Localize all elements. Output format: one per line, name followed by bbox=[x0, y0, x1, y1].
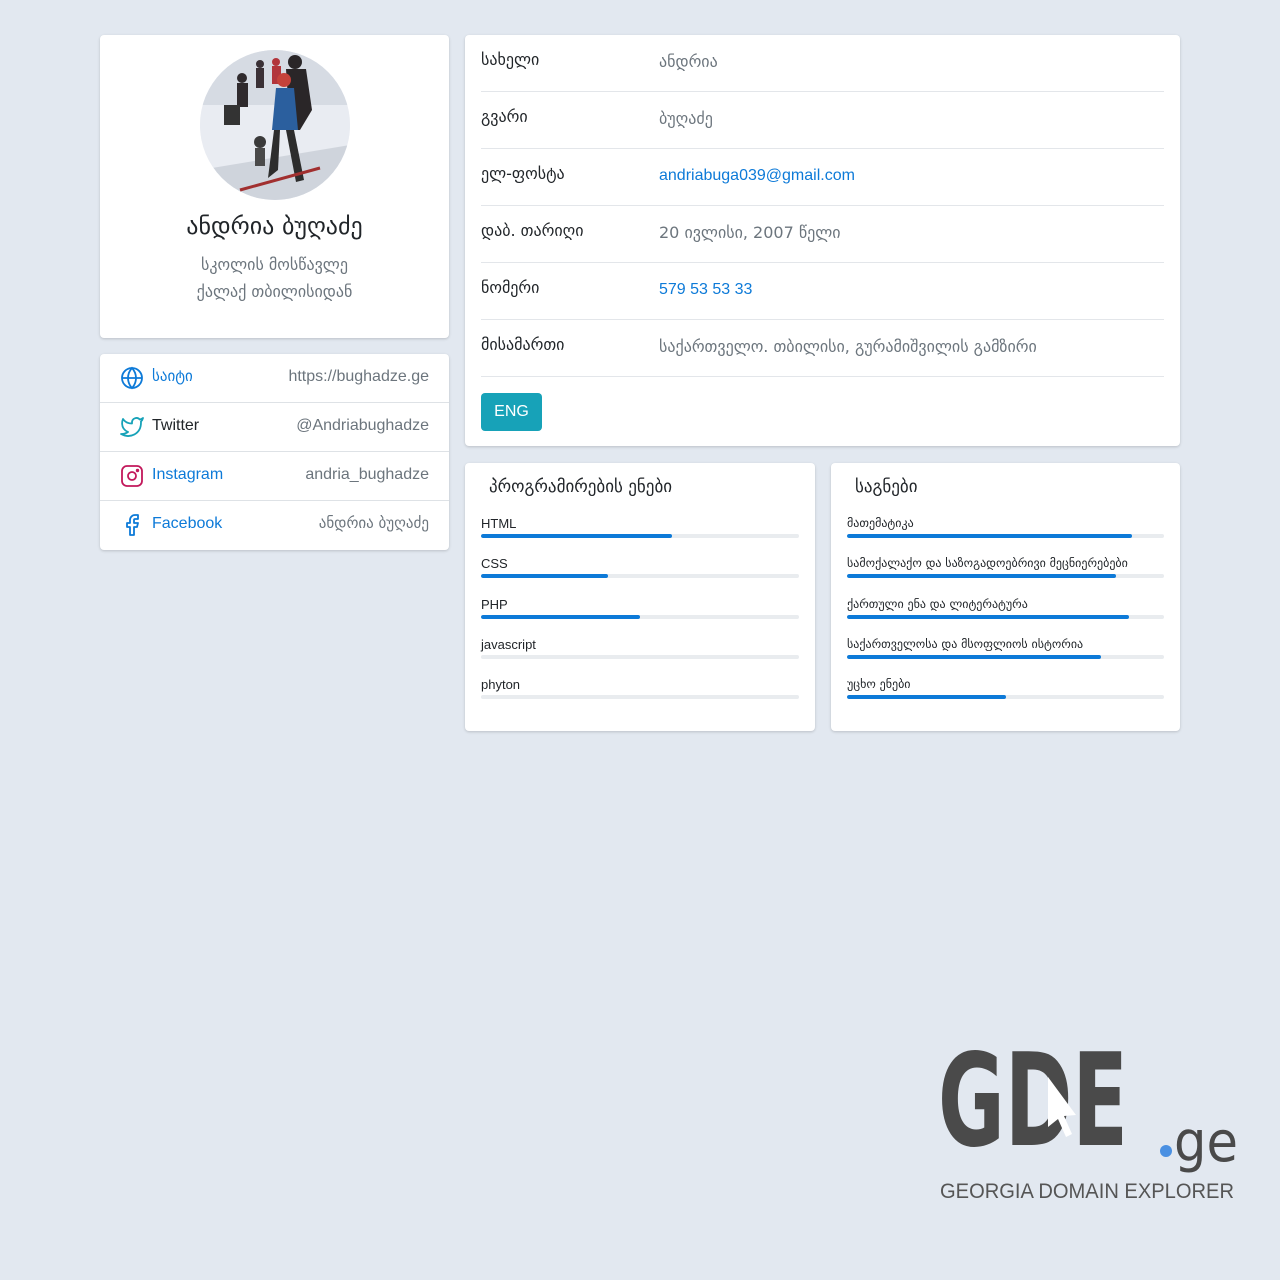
progress-bar bbox=[481, 534, 799, 538]
avatar bbox=[200, 50, 350, 200]
progress-bar bbox=[847, 695, 1164, 699]
social-value: ანდრია ბუღაძე bbox=[318, 514, 429, 532]
profile-card: ანდრია ბუღაძე სკოლის მოსწავლე ქალაქ თბილ… bbox=[100, 35, 449, 338]
progress-bar-fill bbox=[847, 534, 1133, 538]
social-item-instagram[interactable]: Instagram andria_bughadze bbox=[100, 452, 449, 501]
globe-icon bbox=[120, 366, 144, 390]
info-value: ბუღაძე bbox=[659, 109, 713, 128]
info-row-birth-date: დაბ. თარიღი 20 ივლისი, 2007 წელი bbox=[481, 206, 1164, 263]
progress-bar bbox=[847, 534, 1164, 538]
info-value: 20 ივლისი, 2007 წელი bbox=[659, 223, 841, 242]
skill-name: ქართული ენა და ლიტერატურა bbox=[847, 597, 1028, 611]
skill-item: CSS bbox=[481, 556, 799, 586]
profile-name: ანდრია ბუღაძე bbox=[186, 212, 363, 240]
skill-item: სამოქალაქო და საზოგადოებრივი მეცნიერებებ… bbox=[847, 556, 1164, 586]
info-value: საქართველო. თბილისი, გურამიშვილის გამზირ… bbox=[659, 337, 1037, 356]
phone-link[interactable]: 579 53 53 33 bbox=[659, 281, 752, 299]
social-value: https://bughadze.ge bbox=[288, 368, 429, 385]
skill-name: phyton bbox=[481, 677, 521, 692]
info-row-email: ელ-ფოსტა andriabuga039@gmail.com bbox=[481, 149, 1164, 206]
skill-name: javascript bbox=[481, 637, 536, 652]
progress-bar bbox=[847, 655, 1164, 659]
progress-bar-fill bbox=[481, 534, 672, 538]
svg-text:GDE: GDE bbox=[938, 1037, 1128, 1176]
progress-bar-fill bbox=[847, 615, 1130, 619]
progress-bar bbox=[847, 574, 1164, 578]
info-label: გვარი bbox=[481, 107, 528, 126]
info-row-address: მისამართი საქართველო. თბილისი, გურამიშვი… bbox=[481, 320, 1164, 377]
language-toggle-button[interactable]: ENG bbox=[481, 393, 542, 431]
progress-bar-fill bbox=[481, 615, 640, 619]
social-label: Facebook bbox=[152, 515, 223, 532]
skill-name: HTML bbox=[481, 516, 517, 531]
skill-item: PHP bbox=[481, 597, 799, 627]
progress-bar-fill bbox=[847, 574, 1117, 578]
profile-location: ქალაქ თბილისიდან bbox=[196, 282, 353, 301]
skill-item: HTML bbox=[481, 516, 799, 546]
facebook-icon bbox=[120, 513, 144, 537]
personal-info-card: სახელი ანდრია გვარი ბუღაძე ელ-ფოსტა andr… bbox=[465, 35, 1180, 446]
social-value: @Andriabughadze bbox=[296, 417, 429, 434]
info-label: სახელი bbox=[481, 50, 540, 69]
social-value: andria_bughadze bbox=[305, 466, 429, 483]
info-label: ელ-ფოსტა bbox=[481, 164, 565, 183]
social-links-card: საიტი https://bughadze.ge Twitter @Andri… bbox=[100, 354, 449, 550]
skill-name: მათემატიკა bbox=[847, 516, 914, 530]
progress-bar-fill bbox=[847, 695, 1006, 699]
social-label: Instagram bbox=[152, 466, 224, 483]
info-row-phone: ნომერი 579 53 53 33 bbox=[481, 263, 1164, 320]
skill-item: phyton bbox=[481, 677, 799, 707]
social-label: Twitter bbox=[152, 417, 200, 434]
social-item-facebook[interactable]: Facebook ანდრია ბუღაძე bbox=[100, 501, 449, 550]
social-item-website[interactable]: საიტი https://bughadze.ge bbox=[100, 354, 449, 403]
card-title: პროგრამირების ენები bbox=[489, 477, 673, 497]
skill-name: სამოქალაქო და საზოგადოებრივი მეცნიერებებ… bbox=[847, 556, 1128, 570]
info-label: მისამართი bbox=[481, 335, 565, 354]
instagram-icon bbox=[120, 464, 144, 488]
skill-item: საქართველოსა და მსოფლიოს ისტორია bbox=[847, 637, 1164, 667]
progress-bar bbox=[481, 655, 799, 659]
subjects-card: საგნები მათემატიკა სამოქალაქო და საზოგად… bbox=[831, 463, 1180, 731]
progress-bar bbox=[481, 574, 799, 578]
social-item-twitter[interactable]: Twitter @Andriabughadze bbox=[100, 403, 449, 452]
info-row-last-name: გვარი ბუღაძე bbox=[481, 92, 1164, 149]
svg-text:GEORGIA DOMAIN EXPLORER: GEORGIA DOMAIN EXPLORER bbox=[940, 1180, 1234, 1203]
progress-bar-fill bbox=[847, 655, 1101, 659]
card-title: საგნები bbox=[855, 477, 918, 497]
skill-item: მათემატიკა bbox=[847, 516, 1164, 546]
skill-item: უცხო ენები bbox=[847, 677, 1164, 707]
info-label: დაბ. თარიღი bbox=[481, 221, 584, 240]
progress-bar bbox=[481, 615, 799, 619]
svg-text:ge: ge bbox=[1174, 1110, 1238, 1175]
skill-item: javascript bbox=[481, 637, 799, 667]
gde-watermark-logo: GDE ge GEORGIA DOMAIN EXPLORER bbox=[938, 1027, 1238, 1207]
email-link[interactable]: andriabuga039@gmail.com bbox=[659, 167, 855, 185]
progress-bar bbox=[847, 615, 1164, 619]
social-label: საიტი bbox=[152, 367, 193, 385]
skill-name: უცხო ენები bbox=[847, 677, 911, 691]
profile-occupation: სკოლის მოსწავლე bbox=[201, 255, 348, 274]
progress-bar bbox=[481, 695, 799, 699]
info-value: ანდრია bbox=[659, 52, 718, 71]
programming-languages-card: პროგრამირების ენები HTML CSS PHP javascr… bbox=[465, 463, 815, 731]
info-label: ნომერი bbox=[481, 278, 540, 297]
skill-item: ქართული ენა და ლიტერატურა bbox=[847, 597, 1164, 627]
twitter-icon bbox=[120, 415, 144, 439]
skill-name: PHP bbox=[481, 597, 508, 612]
info-row-first-name: სახელი ანდრია bbox=[481, 35, 1164, 92]
skill-name: CSS bbox=[481, 556, 508, 571]
skill-name: საქართველოსა და მსოფლიოს ისტორია bbox=[847, 637, 1084, 651]
progress-bar-fill bbox=[481, 574, 609, 578]
